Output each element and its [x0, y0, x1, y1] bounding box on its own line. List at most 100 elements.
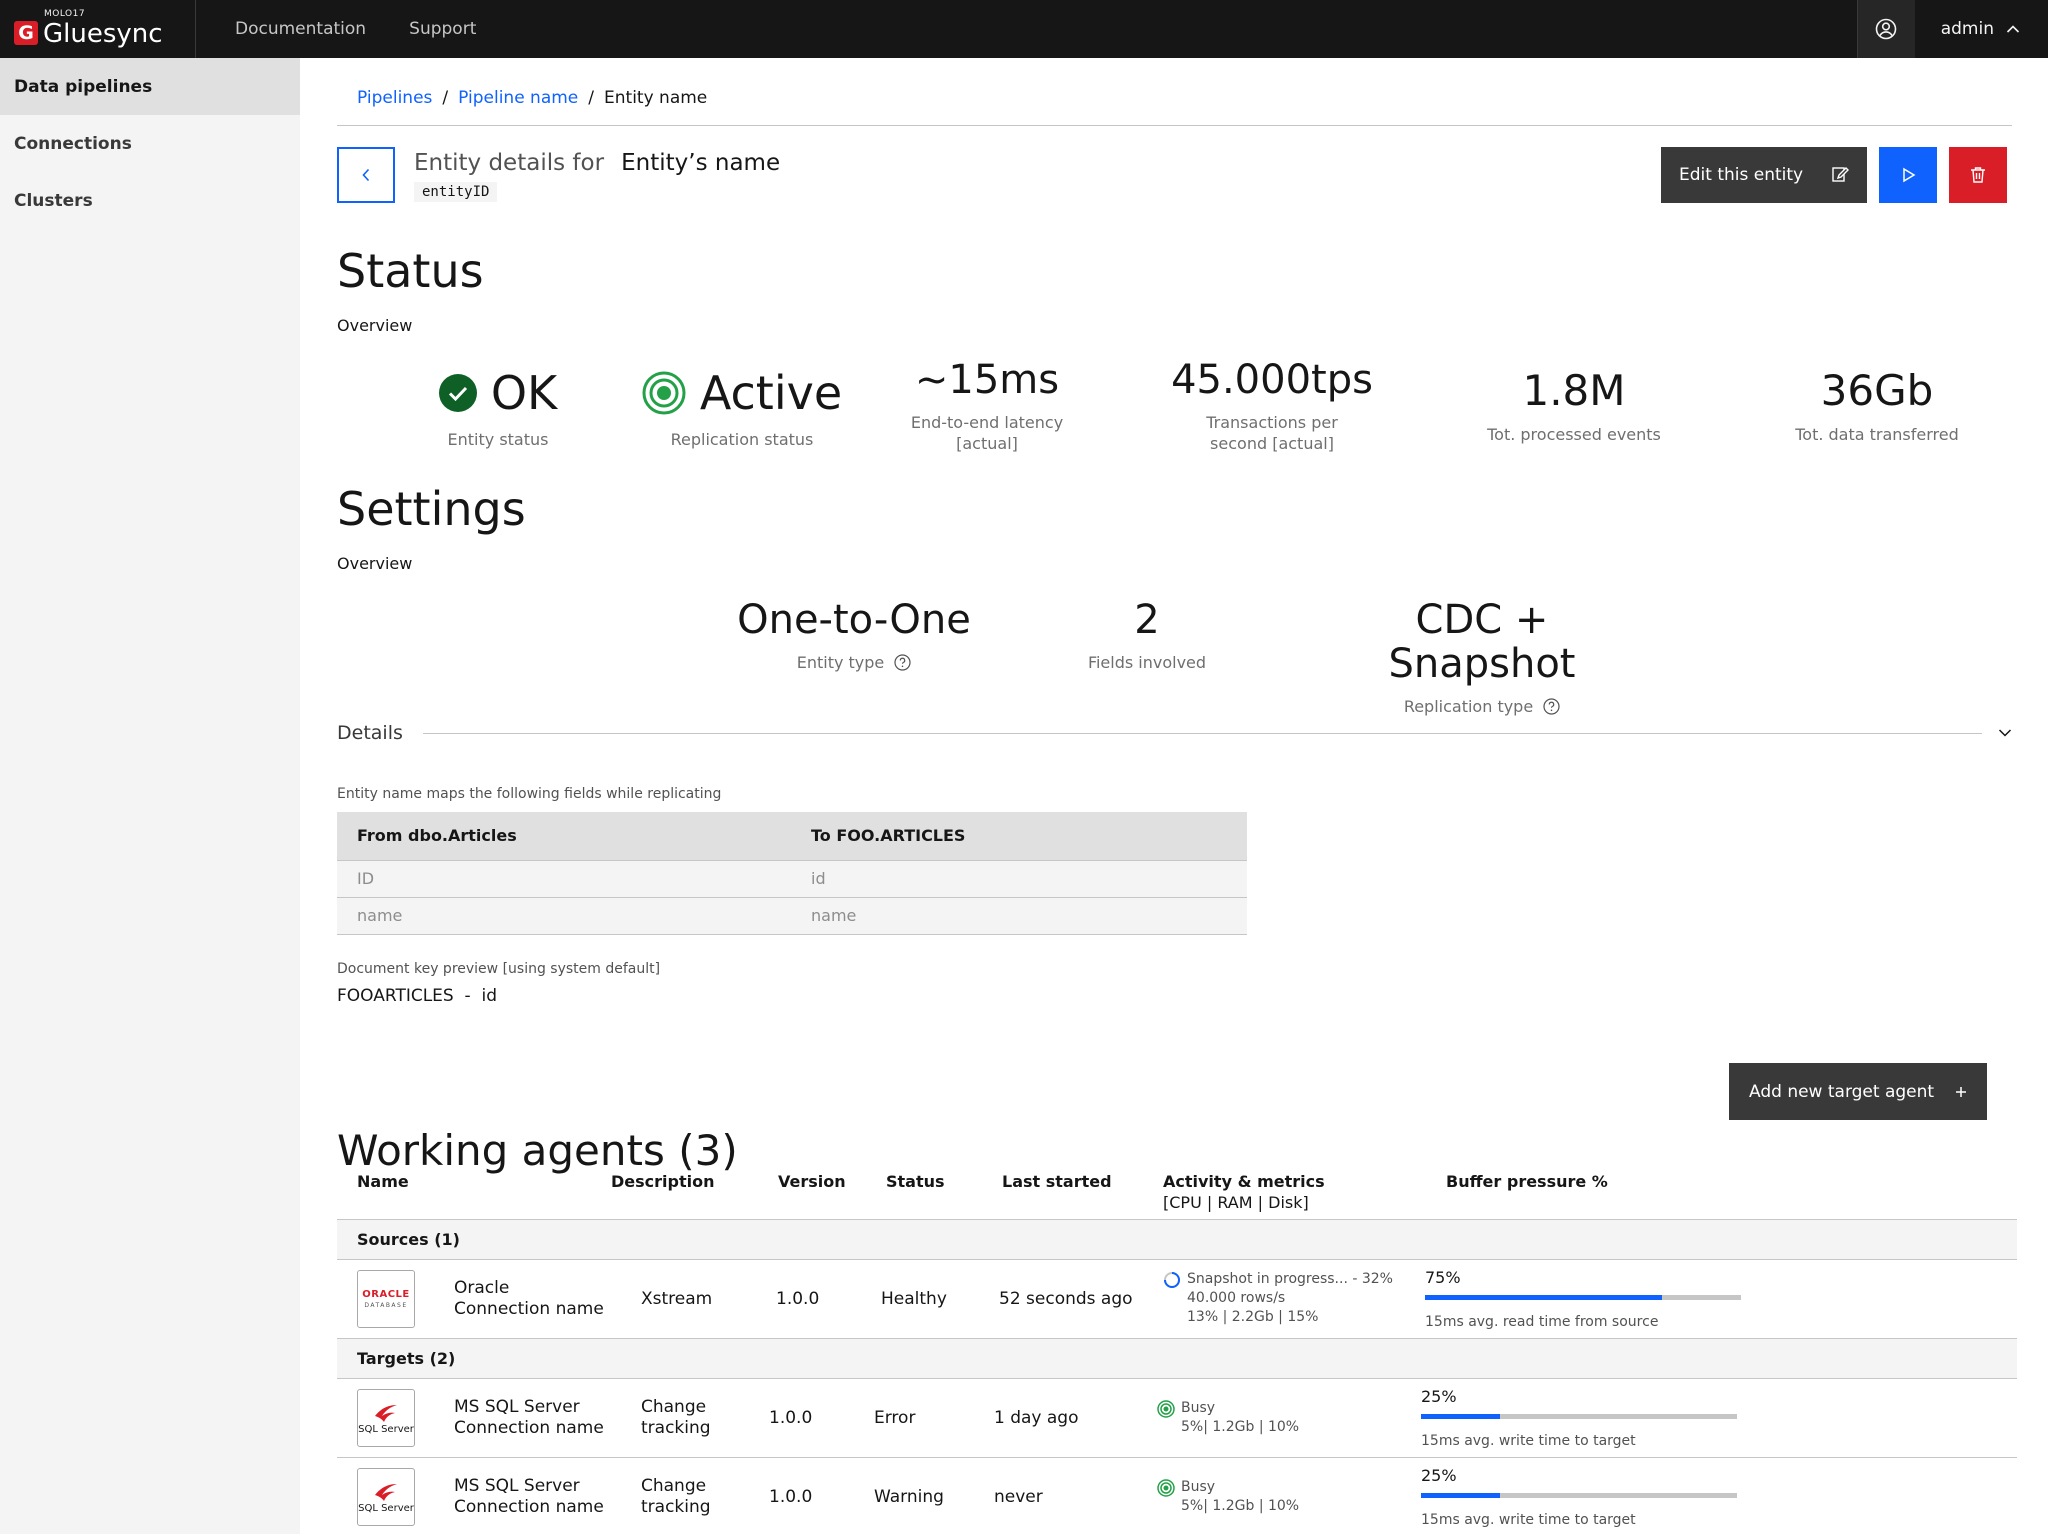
- agent-version: 1.0.0: [776, 1289, 820, 1309]
- brand-name: Gluesync: [43, 19, 163, 49]
- breadcrumb-pipelines[interactable]: Pipelines: [357, 88, 432, 108]
- breadcrumb-pipeline-name[interactable]: Pipeline name: [458, 88, 578, 108]
- status-overview-label: Overview: [337, 316, 413, 335]
- column-header-last-started: Last started: [1002, 1172, 1112, 1191]
- buffer-percent: 25%: [1421, 1466, 1457, 1485]
- entity-header: Entity details for Entity’s name entityI…: [414, 150, 780, 202]
- add-target-agent-button[interactable]: Add new target agent: [1729, 1063, 1987, 1120]
- metric-data-transferred: 36Gb Tot. data transferred: [1777, 367, 1977, 445]
- buffer-bar-fill: [1421, 1493, 1500, 1498]
- agent-last-started: 1 day ago: [994, 1408, 1079, 1428]
- metric-replication-status: Active Replication status: [632, 368, 852, 450]
- mapping-to-cell: id: [791, 860, 1247, 898]
- checkmark-filled-icon: [438, 374, 477, 413]
- agent-version: 1.0.0: [769, 1408, 813, 1428]
- help-icon[interactable]: [894, 654, 911, 671]
- edit-entity-button[interactable]: Edit this entity: [1661, 147, 1867, 203]
- metric-latency: ~15ms End-to-end latency [actual]: [897, 358, 1077, 454]
- replication-status-caption: Replication status: [670, 429, 814, 449]
- sidebar-item-clusters[interactable]: Clusters: [0, 172, 300, 229]
- plus-icon: [1956, 1086, 1966, 1097]
- sidebar-item-data-pipelines[interactable]: Data pipelines: [0, 58, 300, 115]
- agent-name-cell: Oracle Connection name: [454, 1278, 604, 1320]
- agent-activity: Busy 5%| 1.2Gb | 10%: [1157, 1399, 1299, 1437]
- fields-involved-value: 2: [1134, 597, 1160, 643]
- agent-version: 1.0.0: [769, 1487, 813, 1507]
- buffer-pressure: 25% 15ms avg. write time to target: [1421, 1387, 1737, 1449]
- admin-menu[interactable]: admin: [1915, 0, 2048, 58]
- agent-description: Xstream: [641, 1289, 713, 1309]
- chevron-down-icon[interactable]: [1998, 728, 2012, 738]
- settings-overview-label: Overview: [337, 554, 413, 573]
- help-icon[interactable]: [1543, 698, 1560, 715]
- sources-group-header: Sources (1): [337, 1220, 2017, 1260]
- processed-events-value: 1.8M: [1522, 366, 1626, 415]
- metric-processed-events: 1.8M Tot. processed events: [1467, 366, 1681, 445]
- buffer-percent: 75%: [1425, 1268, 1461, 1287]
- table-row[interactable]: SQL Server MS SQL Server Connection name…: [337, 1458, 2017, 1534]
- description-line2: tracking: [641, 1497, 711, 1517]
- oracle-logo-sub: DATABASE: [364, 1302, 408, 1309]
- sidebar: Data pipelines Connections Clusters: [0, 58, 300, 1534]
- sql-server-mark-icon: [375, 1404, 397, 1422]
- nav-support[interactable]: Support: [409, 19, 476, 39]
- activity-line1: Busy: [1181, 1400, 1216, 1416]
- agent-name: Oracle: [454, 1278, 510, 1298]
- sql-server-logo-icon: SQL Server: [357, 1389, 415, 1447]
- run-button[interactable]: [1879, 147, 1937, 203]
- user-profile-button[interactable]: [1856, 0, 1915, 58]
- agent-connection-name: Connection name: [454, 1299, 604, 1319]
- replication-type-caption: Replication type: [1403, 697, 1534, 716]
- delete-button[interactable]: [1949, 147, 2007, 203]
- latency-caption-line2: [actual]: [956, 434, 1018, 453]
- processed-events-caption: Tot. processed events: [1487, 425, 1661, 445]
- breadcrumb-separator: /: [442, 88, 449, 108]
- latency-value: ~15ms: [914, 357, 1060, 403]
- column-header-from: From dbo.Articles: [337, 812, 791, 861]
- throughput-caption-line1: Transactions per: [1206, 413, 1338, 432]
- buffer-note: 15ms avg. write time to target: [1421, 1433, 1636, 1449]
- chevron-left-icon: [362, 168, 370, 182]
- sidebar-item-connections[interactable]: Connections: [0, 115, 300, 172]
- back-button[interactable]: [337, 147, 395, 203]
- brand-logo[interactable]: MOLO17 G Gluesync: [0, 0, 196, 58]
- metric-throughput: 45.000tps Transactions per second [actua…: [1152, 358, 1392, 454]
- status-heading: Status: [337, 244, 484, 298]
- breadcrumb-entity-name: Entity name: [604, 88, 708, 108]
- entity-status-value: OK: [490, 366, 558, 420]
- table-row[interactable]: ORACLE DATABASE Oracle Connection name X…: [337, 1260, 2017, 1339]
- field-mapping-caption: Entity name maps the following fields wh…: [337, 786, 722, 802]
- busy-status-icon: [1157, 1478, 1175, 1497]
- mapping-from-cell: name: [337, 897, 791, 935]
- details-accordion[interactable]: Details: [337, 722, 2012, 744]
- admin-name: admin: [1940, 19, 1994, 39]
- setting-replication-type: CDC + Snapshot Replication type: [1317, 598, 1647, 717]
- agent-last-started: 52 seconds ago: [999, 1289, 1133, 1309]
- buffer-bar-track: [1421, 1414, 1737, 1419]
- nav-documentation[interactable]: Documentation: [235, 19, 366, 39]
- activity-line2: 40.000 rows/s: [1187, 1290, 1286, 1306]
- table-row: name name: [337, 897, 1247, 935]
- agent-last-started: never: [994, 1487, 1043, 1507]
- brand-tag: MOLO17: [44, 9, 86, 19]
- add-target-agent-label: Add new target agent: [1749, 1081, 1935, 1102]
- activity-header-label: Activity & metrics: [1163, 1172, 1325, 1191]
- agent-activity: Snapshot in progress... - 32% 40.000 row…: [1163, 1270, 1393, 1327]
- setting-entity-type: One-to-One Entity type: [719, 598, 989, 673]
- column-header-name: Name: [357, 1172, 409, 1191]
- throughput-caption-line2: second [actual]: [1210, 434, 1334, 453]
- table-row[interactable]: SQL Server MS SQL Server Connection name…: [337, 1379, 2017, 1458]
- entity-actions: Edit this entity: [1661, 147, 2007, 203]
- targets-group-header: Targets (2): [337, 1339, 2017, 1379]
- document-key-caption: Document key preview [using system defau…: [337, 961, 661, 977]
- sql-server-logo-text: SQL Server: [358, 1502, 414, 1514]
- sql-server-logo-text: SQL Server: [358, 1423, 414, 1435]
- throughput-value: 45.000tps: [1171, 357, 1373, 403]
- data-transferred-caption: Tot. data transferred: [1795, 425, 1959, 445]
- agent-name-cell: MS SQL Server Connection name: [454, 1397, 604, 1439]
- replication-status-value: Active: [699, 366, 843, 420]
- chevron-up-icon: [2006, 25, 2020, 33]
- replication-type-value: CDC + Snapshot: [1388, 597, 1576, 687]
- buffer-note: 15ms avg. write time to target: [1421, 1512, 1636, 1528]
- entity-type-caption: Entity type: [796, 653, 885, 672]
